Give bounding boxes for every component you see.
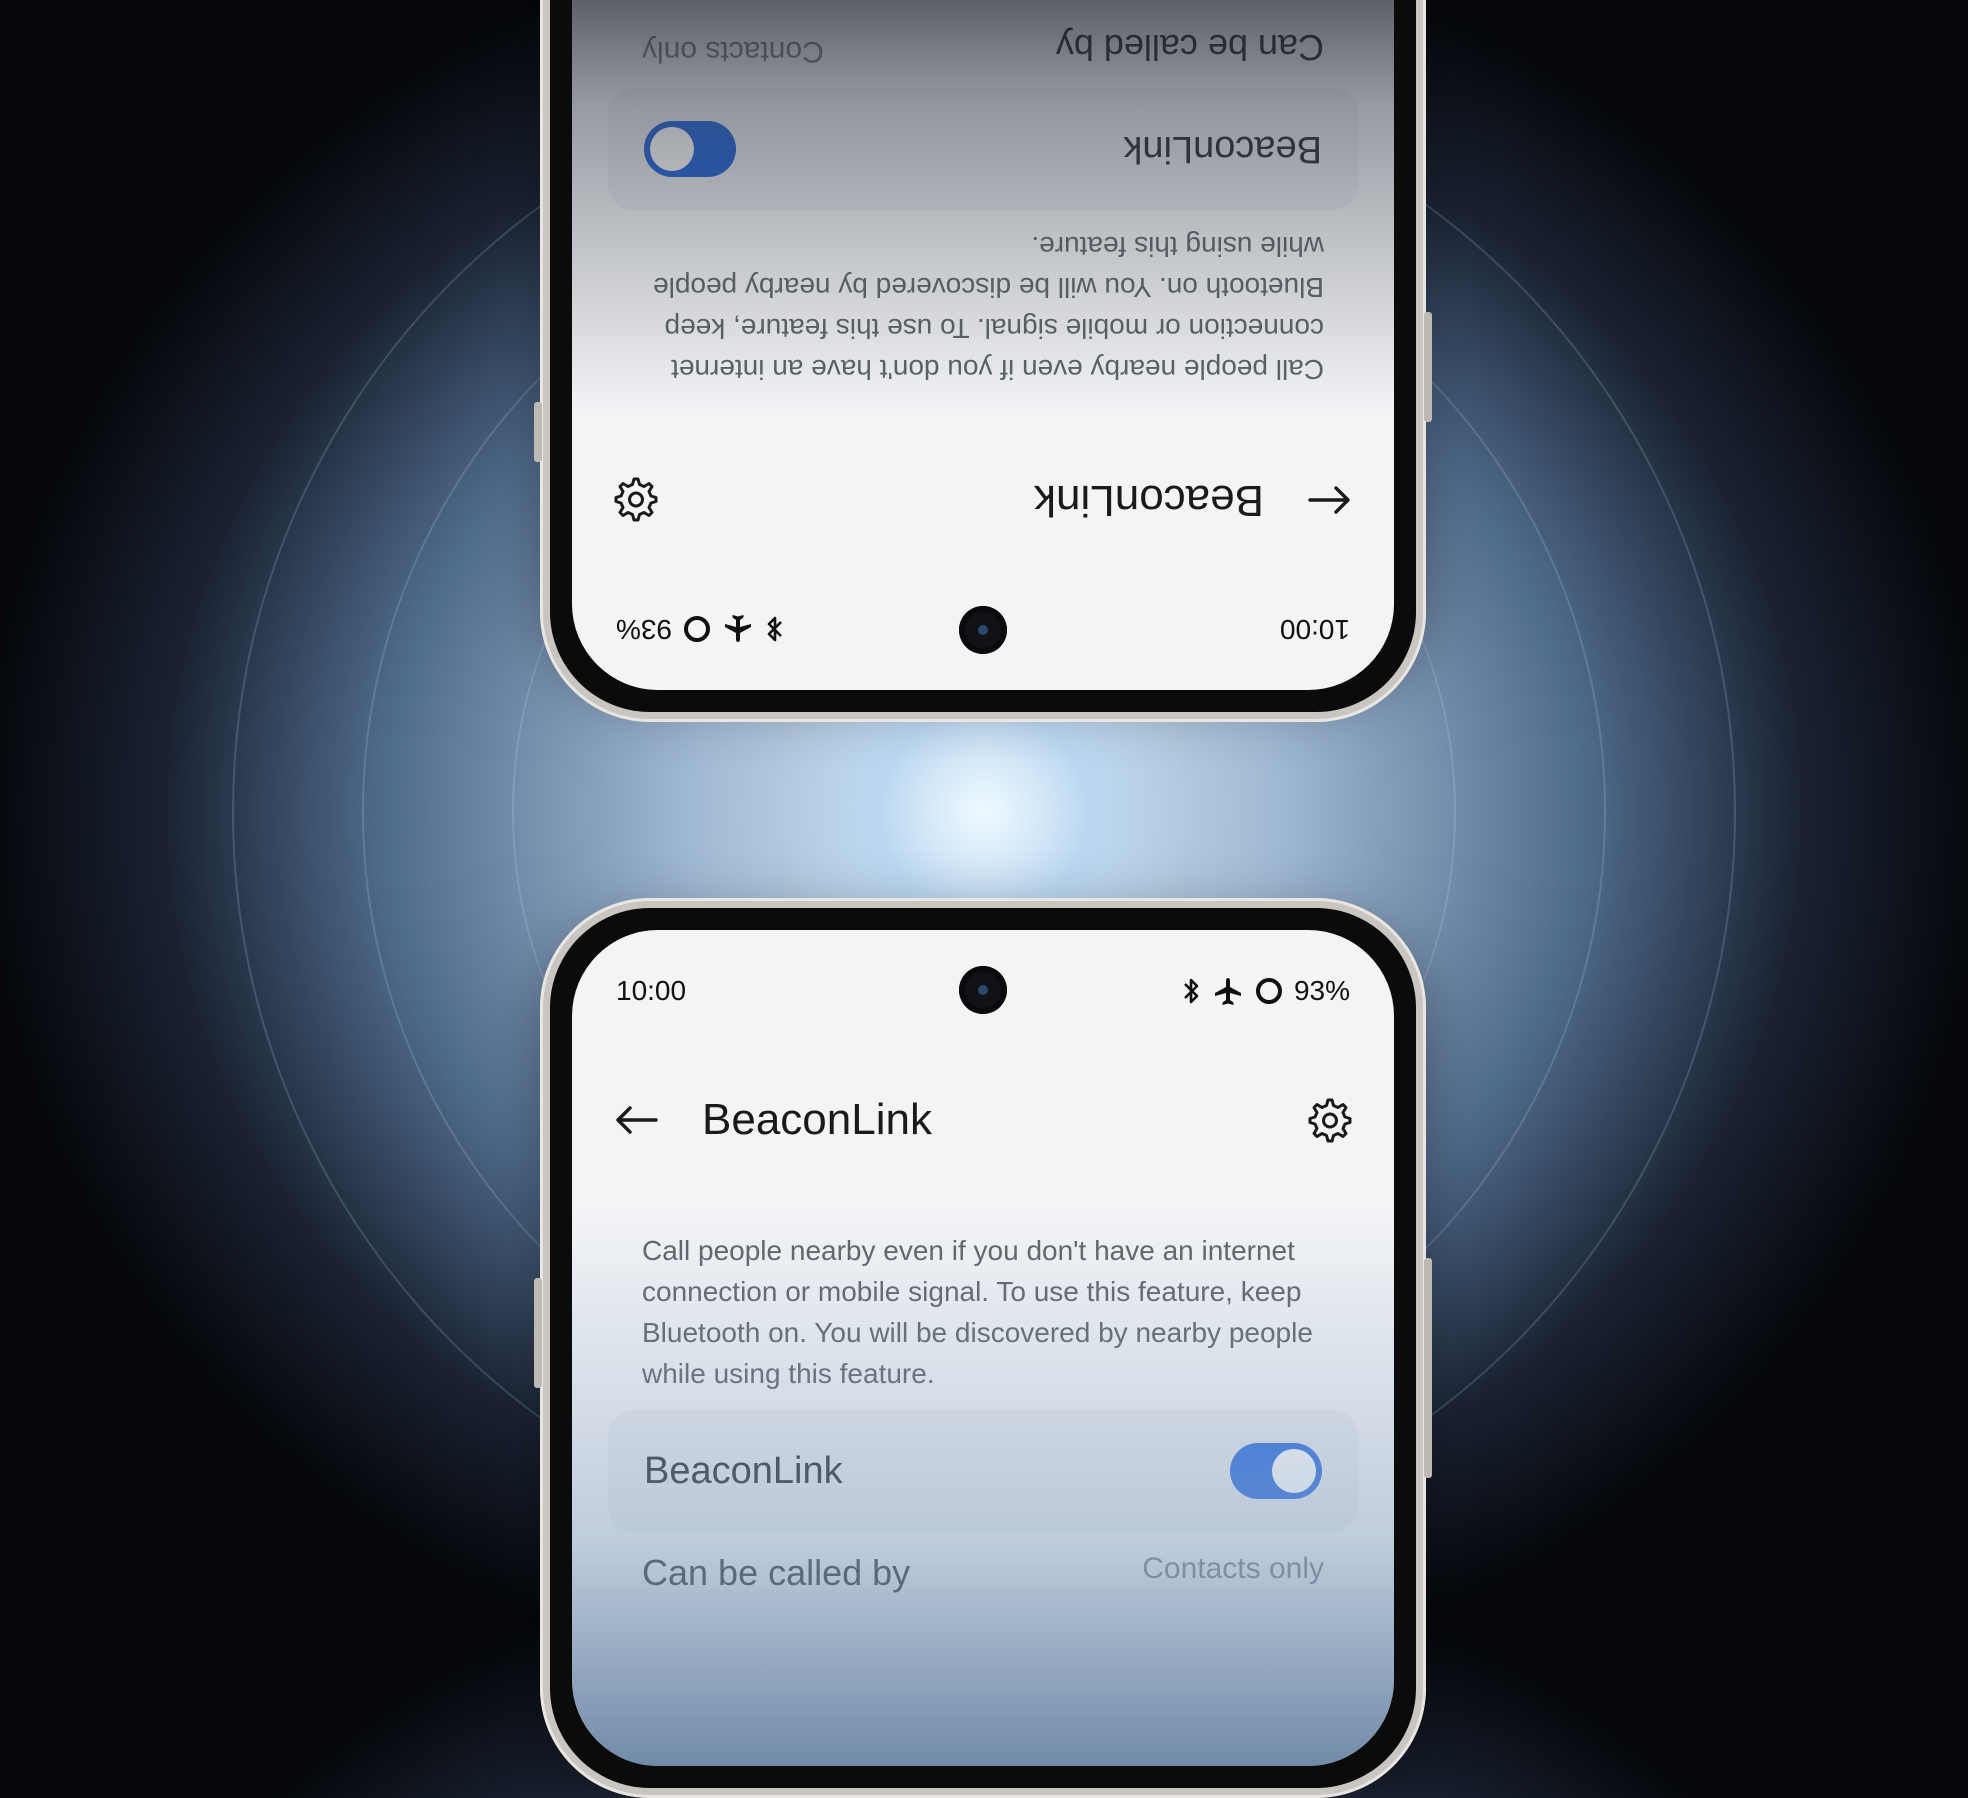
side-button bbox=[534, 1278, 542, 1388]
gear-icon bbox=[614, 477, 658, 522]
bluetooth-icon bbox=[1184, 978, 1199, 1004]
airplane-icon bbox=[725, 615, 752, 642]
airplane-icon bbox=[1214, 978, 1241, 1005]
row-value: Contacts only bbox=[1142, 1552, 1324, 1585]
toggle-label: BeaconLink bbox=[644, 1449, 843, 1492]
battery-ring-icon bbox=[1255, 978, 1282, 1004]
beaconlink-toggle[interactable] bbox=[644, 121, 736, 177]
beaconlink-toggle-card[interactable]: BeaconLink bbox=[608, 1410, 1358, 1532]
bezel: 10:00 93% BeaconLink Call people nearby bbox=[550, 908, 1416, 1788]
can-be-called-by-row[interactable]: Can be called by Contacts only bbox=[642, 1552, 1324, 1594]
settings-button[interactable] bbox=[1302, 1094, 1354, 1146]
settings-button[interactable] bbox=[612, 474, 664, 526]
side-button bbox=[1424, 312, 1432, 422]
toggle-knob bbox=[1272, 1449, 1316, 1493]
page-title: BeaconLink bbox=[702, 1095, 932, 1144]
beaconlink-toggle-card[interactable]: BeaconLink bbox=[608, 88, 1358, 210]
toggle-knob bbox=[650, 127, 694, 171]
status-battery: 93% bbox=[1293, 975, 1350, 1006]
bluetooth-icon bbox=[767, 616, 782, 642]
beaconlink-toggle[interactable] bbox=[1230, 1443, 1322, 1499]
status-battery: 93% bbox=[616, 614, 673, 645]
battery-ring-icon bbox=[684, 616, 711, 642]
row-value: Contacts only bbox=[642, 35, 824, 68]
back-button[interactable] bbox=[1306, 476, 1354, 524]
screen: 10:00 93% BeaconLink Call people nearby bbox=[572, 930, 1394, 1766]
front-camera bbox=[959, 966, 1007, 1014]
app-bar: BeaconLink bbox=[572, 1080, 1394, 1160]
can-be-called-by-row[interactable]: Can be called by Contacts only bbox=[642, 26, 1324, 68]
gear-icon bbox=[1308, 1098, 1352, 1143]
status-icons: 93% bbox=[1180, 975, 1350, 1007]
phone-top: 10:00 93% BeaconLink Call people nearby bbox=[534, 0, 1432, 722]
feature-description: Call people nearby even if you don't hav… bbox=[653, 231, 1324, 385]
app-bar: BeaconLink bbox=[572, 460, 1394, 540]
status-time: 10:00 bbox=[1279, 614, 1350, 645]
bezel: 10:00 93% BeaconLink Call people nearby bbox=[550, 0, 1416, 712]
status-icons: 93% bbox=[616, 613, 786, 645]
arrow-left-icon bbox=[1308, 486, 1350, 514]
side-button bbox=[534, 402, 542, 462]
arrow-left-icon bbox=[616, 1106, 658, 1134]
back-button[interactable] bbox=[612, 1096, 660, 1144]
toggle-label: BeaconLink bbox=[1123, 128, 1322, 171]
phone-bottom: 10:00 93% BeaconLink Call people nearby bbox=[534, 898, 1432, 1798]
side-button bbox=[1424, 1258, 1432, 1478]
status-time: 10:00 bbox=[616, 975, 687, 1006]
row-label: Can be called by bbox=[642, 1552, 911, 1593]
front-camera bbox=[959, 606, 1007, 654]
feature-description: Call people nearby even if you don't hav… bbox=[642, 1235, 1313, 1389]
screen: 10:00 93% BeaconLink Call people nearby bbox=[572, 0, 1394, 690]
page-title: BeaconLink bbox=[1034, 476, 1264, 525]
row-label: Can be called by bbox=[1055, 27, 1324, 68]
